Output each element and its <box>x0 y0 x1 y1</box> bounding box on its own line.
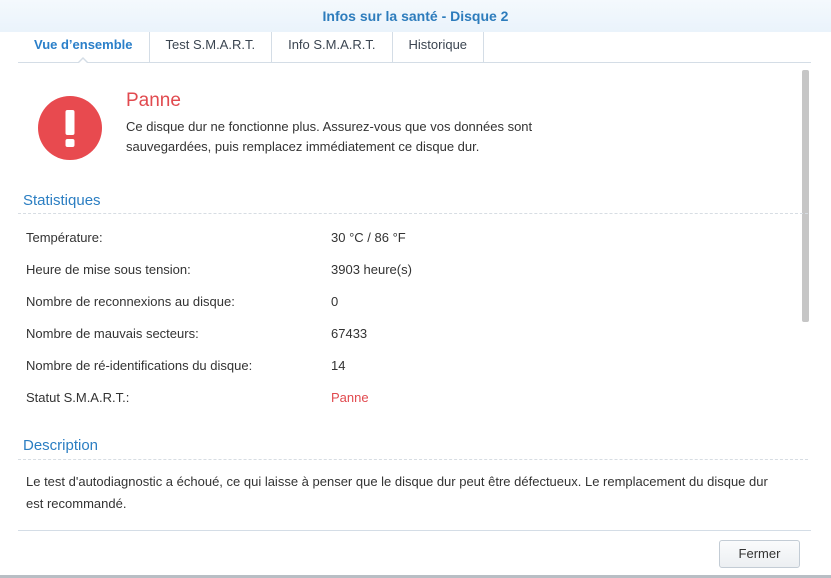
stat-label-reconnections: Nombre de reconnexions au disque: <box>26 294 235 309</box>
tab-overview[interactable]: Vue d’ensemble <box>18 32 150 64</box>
scrollbar-thumb[interactable] <box>802 70 809 322</box>
stat-value-bad-sectors: 67433 <box>331 326 368 341</box>
status-title: Panne <box>126 90 181 111</box>
close-button[interactable]: Fermer <box>719 540 800 568</box>
stat-label-bad-sectors: Nombre de mauvais secteurs: <box>26 326 199 341</box>
description-heading: Description <box>23 437 99 454</box>
stat-label-power-on-hours: Heure de mise sous tension: <box>26 262 191 277</box>
stat-label-reidentifications: Nombre de ré-identifications du disque: <box>26 358 253 373</box>
tab-smart-info[interactable]: Info S.M.A.R.T. <box>272 32 393 62</box>
tab-bar: Vue d’ensemble Test S.M.A.R.T. Info S.M.… <box>18 32 811 64</box>
exclamation-icon <box>38 96 102 160</box>
status-description: Ce disque dur ne fonctionne plus. Assure… <box>126 119 533 154</box>
stat-value-smart-status: Panne <box>331 390 369 405</box>
window-title: Infos sur la santé - Disque 2 <box>0 0 831 32</box>
stat-value-power-on-hours: 3903 heure(s) <box>331 262 412 277</box>
footer-divider <box>18 530 811 531</box>
description-text: Le test d'autodiagnostic a échoué, ce qu… <box>26 474 768 511</box>
stat-value-reconnections: 0 <box>331 294 339 309</box>
divider <box>18 213 808 214</box>
tab-history[interactable]: Historique <box>393 32 485 62</box>
divider <box>18 459 808 460</box>
statistics-heading: Statistiques <box>23 192 101 209</box>
stat-label-smart-status: Statut S.M.A.R.T.: <box>26 390 130 405</box>
stat-value-temperature: 30 °C / 86 °F <box>331 230 406 245</box>
tab-smart-test[interactable]: Test S.M.A.R.T. <box>150 32 273 62</box>
stat-label-temperature: Température: <box>26 230 103 245</box>
stat-value-reidentifications: 14 <box>331 358 346 373</box>
